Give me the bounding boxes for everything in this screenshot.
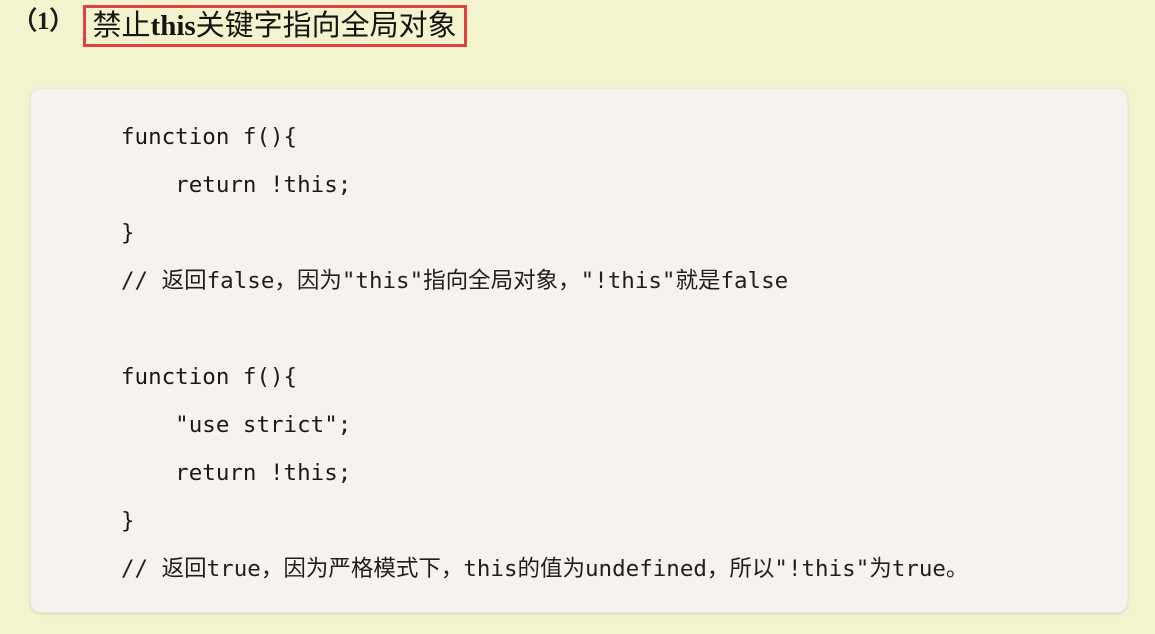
heading-highlight-box: 禁止this关键字指向全局对象 [82, 5, 467, 47]
code-line: "use strict"; [121, 412, 352, 438]
heading-number: （1） [12, 8, 75, 35]
slide-page: （1） 禁止this关键字指向全局对象 function f(){ return… [0, 0, 1155, 634]
page-title-prefix: 禁止 [92, 9, 151, 42]
heading-row: （1） 禁止this关键字指向全局对象 [0, 0, 467, 56]
code-line: return !this; [121, 172, 352, 198]
page-title: 禁止this关键字指向全局对象 [93, 10, 457, 42]
code-line: } [121, 220, 135, 246]
code-line: return !this; [121, 460, 352, 486]
code-line-comment: // 返回false，因为"this"指向全局对象，"!this"就是false [121, 268, 789, 294]
page-title-suffix: 关键字指向全局对象 [195, 9, 457, 42]
code-block-card: function f(){ return !this; } // 返回false… [30, 88, 1128, 613]
code-line-comment: // 返回true，因为严格模式下，this的值为undefined，所以"!t… [121, 556, 969, 582]
page-title-keyword: this [150, 9, 196, 42]
code-block-body: function f(){ return !this; } // 返回false… [121, 113, 1117, 593]
code-line: } [121, 508, 135, 534]
code-line: function f(){ [121, 124, 298, 150]
code-line: function f(){ [121, 364, 298, 390]
